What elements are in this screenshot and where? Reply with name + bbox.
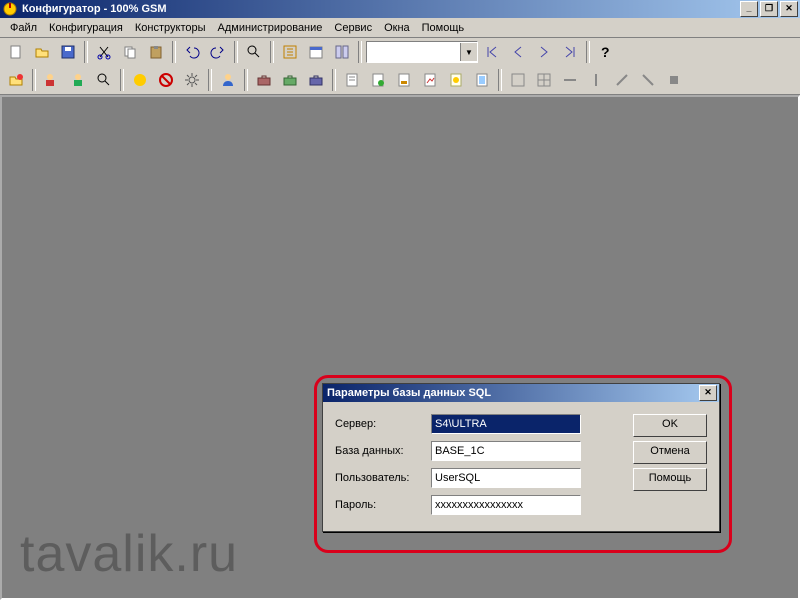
doc5-icon[interactable]: [444, 68, 468, 92]
maximize-button[interactable]: ❐: [760, 1, 778, 17]
separator: [358, 41, 362, 63]
calendar-icon[interactable]: [304, 40, 328, 64]
toolbar-2: [0, 66, 800, 94]
doc3-icon[interactable]: [392, 68, 416, 92]
toolbar-1: ▼ ?: [0, 38, 800, 66]
separator: [84, 41, 88, 63]
yellow-icon[interactable]: [128, 68, 152, 92]
user-label: Пользователь:: [335, 472, 425, 484]
find-user-icon[interactable]: [92, 68, 116, 92]
separator: [586, 41, 590, 63]
help-icon[interactable]: ?: [594, 40, 618, 64]
layout-icon[interactable]: [330, 40, 354, 64]
window-buttons: _ ❐ ✕: [740, 1, 798, 17]
menu-windows[interactable]: Окна: [378, 20, 416, 36]
tool6-icon[interactable]: [636, 68, 660, 92]
find-icon[interactable]: [242, 40, 266, 64]
sql-params-dialog: Параметры базы данных SQL ✕ Сервер: S4\U…: [322, 383, 720, 532]
tool3-icon[interactable]: [558, 68, 582, 92]
tool2-icon[interactable]: [532, 68, 556, 92]
dialog-buttons: OK Отмена Помощь: [633, 414, 707, 515]
stop-icon[interactable]: [154, 68, 178, 92]
combo-1[interactable]: ▼: [366, 41, 478, 63]
help-button[interactable]: Помощь: [633, 468, 707, 491]
briefcase2-icon[interactable]: [278, 68, 302, 92]
server-label: Сервер:: [335, 418, 425, 430]
gear-icon[interactable]: [180, 68, 204, 92]
app-window: Конфигуратор - 100% GSM _ ❐ ✕ Файл Конфи…: [0, 0, 800, 600]
save-icon[interactable]: [56, 40, 80, 64]
close-button[interactable]: ✕: [780, 1, 798, 17]
dialog-body: Сервер: S4\ULTRA База данных: BASE_1C По…: [323, 402, 719, 531]
cancel-button[interactable]: Отмена: [633, 441, 707, 464]
separator: [120, 69, 124, 91]
database-label: База данных:: [335, 445, 425, 457]
copy-icon[interactable]: [118, 40, 142, 64]
tree-icon[interactable]: [278, 40, 302, 64]
menu-file[interactable]: Файл: [4, 20, 43, 36]
separator: [172, 41, 176, 63]
person-icon[interactable]: [216, 68, 240, 92]
doc4-icon[interactable]: [418, 68, 442, 92]
separator: [234, 41, 238, 63]
undo-icon[interactable]: [180, 40, 204, 64]
menu-configuration[interactable]: Конфигурация: [43, 20, 129, 36]
nav-last-icon[interactable]: [558, 40, 582, 64]
paste-icon[interactable]: [144, 40, 168, 64]
separator: [332, 69, 336, 91]
tool5-icon[interactable]: [610, 68, 634, 92]
menu-help[interactable]: Помощь: [416, 20, 471, 36]
doc6-icon[interactable]: [470, 68, 494, 92]
doc1-icon[interactable]: [340, 68, 364, 92]
dialog-form: Сервер: S4\ULTRA База данных: BASE_1C По…: [335, 414, 621, 515]
nav-prev-icon[interactable]: [506, 40, 530, 64]
briefcase-icon[interactable]: [252, 68, 276, 92]
minimize-button[interactable]: _: [740, 1, 758, 17]
tool1-icon[interactable]: [506, 68, 530, 92]
watermark: tavalik.ru: [20, 524, 238, 584]
toolbars: ▼ ?: [0, 38, 800, 95]
password-label: Пароль:: [335, 499, 425, 511]
briefcase3-icon[interactable]: [304, 68, 328, 92]
database-field[interactable]: BASE_1C: [431, 441, 581, 461]
ok-button[interactable]: OK: [633, 414, 707, 437]
dialog-titlebar: Параметры базы данных SQL ✕: [323, 384, 719, 402]
separator: [270, 41, 274, 63]
tool4-icon[interactable]: [584, 68, 608, 92]
svg-text:?: ?: [601, 44, 610, 60]
users-icon[interactable]: [40, 68, 64, 92]
separator: [498, 69, 502, 91]
separator: [208, 69, 212, 91]
cut-icon[interactable]: [92, 40, 116, 64]
doc2-icon[interactable]: [366, 68, 390, 92]
password-field[interactable]: xxxxxxxxxxxxxxxx: [431, 495, 581, 515]
new-icon[interactable]: [4, 40, 28, 64]
menu-administration[interactable]: Администрирование: [212, 20, 329, 36]
chevron-down-icon: ▼: [460, 43, 477, 61]
app-title: Конфигуратор - 100% GSM: [22, 3, 740, 15]
user-icon[interactable]: [66, 68, 90, 92]
user-field[interactable]: UserSQL: [431, 468, 581, 488]
menubar: Файл Конфигурация Конструкторы Администр…: [0, 18, 800, 38]
separator: [244, 69, 248, 91]
config-open-icon[interactable]: [4, 68, 28, 92]
nav-first-icon[interactable]: [480, 40, 504, 64]
nav-next-icon[interactable]: [532, 40, 556, 64]
dialog-title: Параметры базы данных SQL: [325, 387, 699, 399]
mdi-area: tavalik.ru Параметры базы данных SQL ✕ С…: [0, 95, 800, 600]
server-field[interactable]: S4\ULTRA: [431, 414, 581, 434]
menu-constructors[interactable]: Конструкторы: [129, 20, 212, 36]
menu-service[interactable]: Сервис: [328, 20, 378, 36]
tool7-icon[interactable]: [662, 68, 686, 92]
dialog-close-button[interactable]: ✕: [699, 385, 717, 401]
redo-icon[interactable]: [206, 40, 230, 64]
separator: [32, 69, 36, 91]
titlebar: Конфигуратор - 100% GSM _ ❐ ✕: [0, 0, 800, 18]
open-icon[interactable]: [30, 40, 54, 64]
app-icon: [2, 1, 18, 17]
